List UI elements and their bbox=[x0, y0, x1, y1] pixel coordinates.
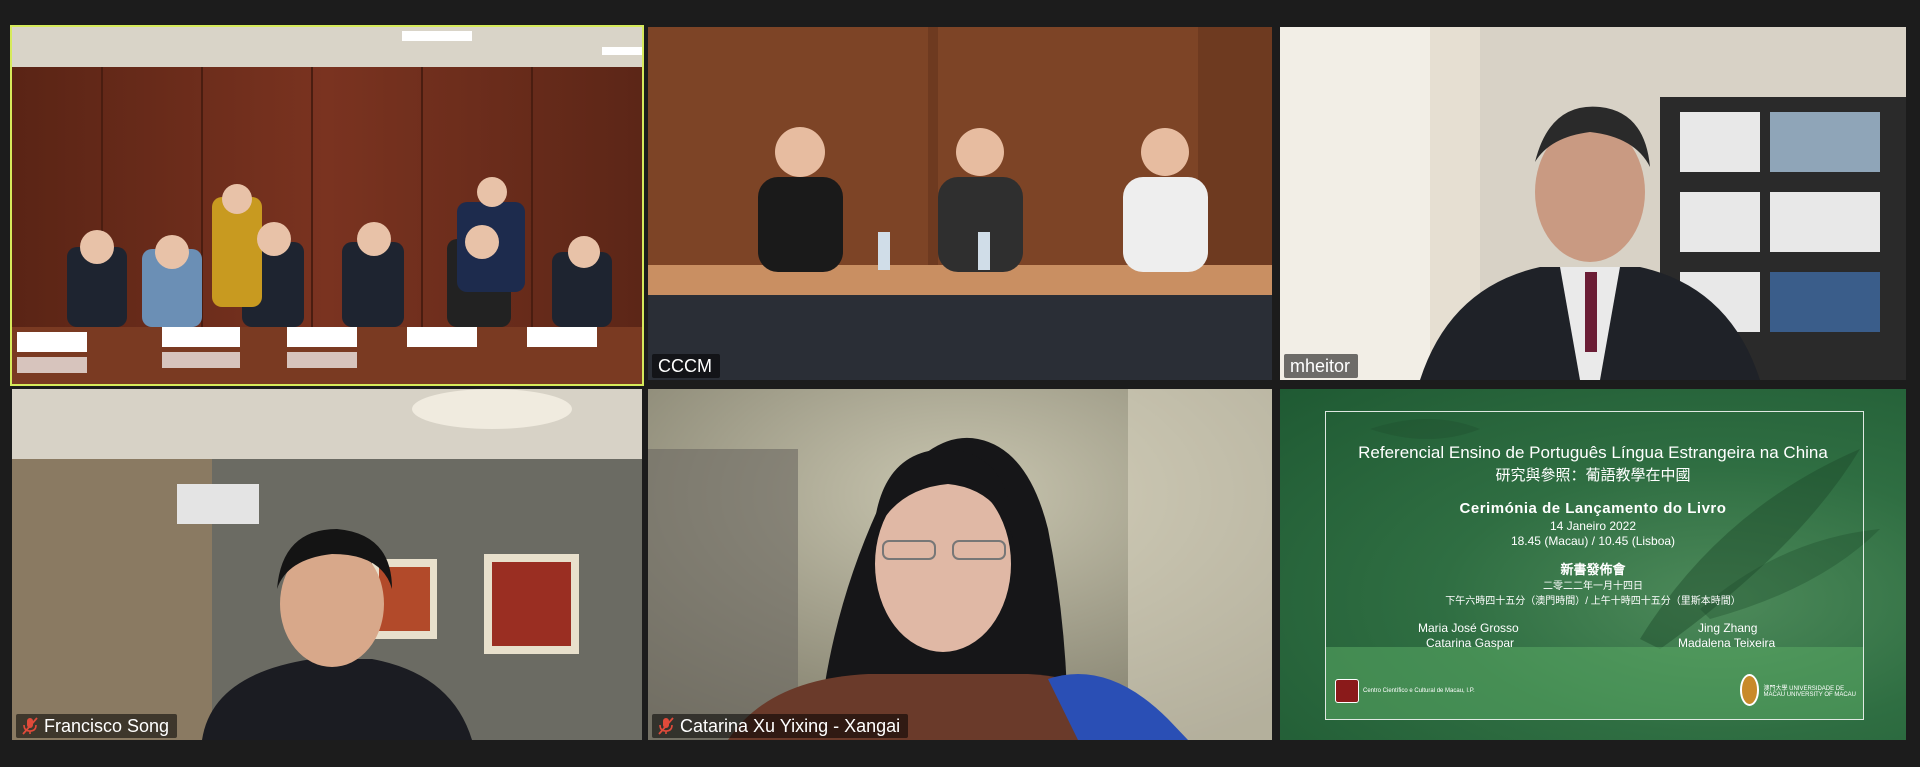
mic-muted-icon bbox=[658, 717, 674, 735]
slide-date: 14 Janeiro 2022 bbox=[1549, 519, 1637, 533]
cccm-logo: Centro Científico e Cultural de Macau, I… bbox=[1335, 679, 1475, 703]
slide-author: Madalena Teixeira bbox=[1678, 636, 1776, 650]
slide-author: Catarina Gaspar bbox=[1426, 636, 1515, 650]
slide-author: Maria José Grosso bbox=[1418, 621, 1519, 635]
video-feed bbox=[648, 27, 1272, 380]
university-of-macau-logo: 澳門大學 UNIVERSIDADE DE MACAU UNIVERSITY OF… bbox=[1740, 674, 1860, 706]
participant-name: Francisco Song bbox=[44, 716, 170, 736]
video-feed bbox=[648, 389, 1272, 740]
slide-author: Jing Zhang bbox=[1698, 621, 1758, 635]
video-feed bbox=[12, 389, 642, 740]
participant-name: CCCM bbox=[658, 356, 712, 376]
university-logo-text: 澳門大學 UNIVERSIDADE DE MACAU UNIVERSITY OF… bbox=[1763, 685, 1857, 698]
slide-time: 18.45 (Macau) / 10.45 (Lisboa) bbox=[1510, 534, 1676, 548]
video-tile-francisco-song[interactable]: Francisco Song bbox=[12, 389, 642, 740]
video-tile-mheitor[interactable]: mheitor bbox=[1280, 27, 1906, 380]
slide-ceremony-chinese: 新書發佈會 bbox=[1560, 562, 1626, 577]
slide-title-chinese: 研究與參照：葡語教學在中國 bbox=[1495, 467, 1691, 484]
shared-slide-tile[interactable]: Referencial Ensino de Português Língua E… bbox=[1280, 389, 1906, 740]
participant-name: mheitor bbox=[1290, 356, 1351, 376]
video-tile-catarina-xu-yixing[interactable]: Catarina Xu Yixing - Xangai bbox=[648, 389, 1272, 740]
slide-time-chinese: 下午六時四十五分（澳門時間）/ 上午十時四十五分（里斯本時間） bbox=[1445, 596, 1741, 607]
slide-ceremony: Cerimónia de Lançamento do Livro bbox=[1459, 500, 1727, 517]
video-feed bbox=[12, 27, 642, 384]
mic-muted-icon bbox=[22, 717, 38, 735]
cccm-logo-mark bbox=[1335, 679, 1359, 703]
participant-name-tag: Francisco Song bbox=[16, 714, 178, 738]
book-launch-slide: Referencial Ensino de Português Língua E… bbox=[1280, 389, 1906, 740]
participant-name-tag: mheitor bbox=[1284, 354, 1359, 378]
participant-name-tag: CCCM bbox=[652, 354, 720, 378]
university-seal bbox=[1740, 674, 1760, 706]
video-feed bbox=[1280, 27, 1906, 380]
video-tile-cccm[interactable]: CCCM bbox=[648, 27, 1272, 380]
video-tile-conference-room[interactable] bbox=[10, 25, 644, 386]
slide-date-chinese: 二零二二年一月十四日 bbox=[1543, 581, 1643, 592]
slide-title: Referencial Ensino de Português Língua E… bbox=[1358, 443, 1828, 462]
participant-name-tag: Catarina Xu Yixing - Xangai bbox=[652, 714, 909, 738]
participant-name: Catarina Xu Yixing - Xangai bbox=[680, 716, 901, 736]
cccm-logo-text: Centro Científico e Cultural de Macau, I… bbox=[1363, 688, 1475, 694]
